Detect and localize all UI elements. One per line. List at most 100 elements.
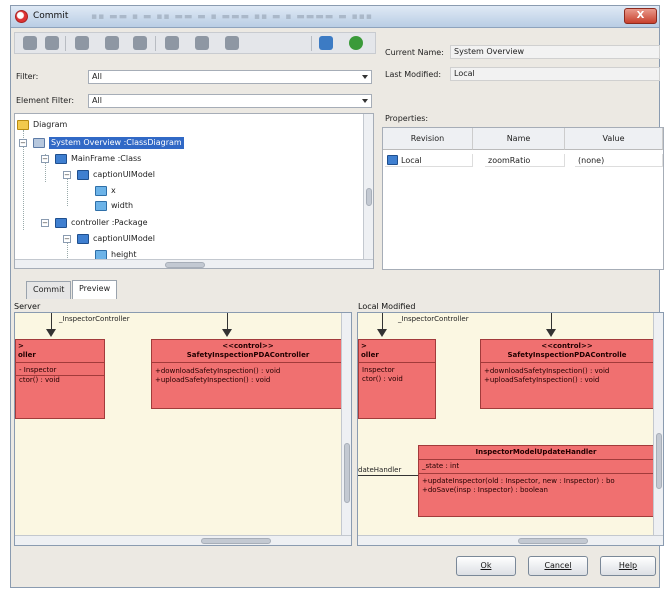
collapse-icon[interactable]: − bbox=[41, 219, 49, 227]
last-modified-value: Local bbox=[454, 69, 475, 78]
local-horizontal-scrollbar[interactable] bbox=[358, 535, 663, 545]
collapse-icon[interactable]: − bbox=[63, 235, 71, 243]
current-name-value: System Overview bbox=[454, 47, 525, 56]
class-icon bbox=[55, 154, 67, 164]
connector-label: dateHandler bbox=[358, 466, 402, 474]
scrollbar-thumb[interactable] bbox=[656, 433, 662, 489]
server-vertical-scrollbar[interactable] bbox=[341, 313, 351, 535]
ok-button-label: Ok bbox=[480, 561, 492, 570]
revert-icon[interactable] bbox=[75, 36, 89, 50]
element-filter-select[interactable]: All bbox=[88, 94, 372, 108]
collapse-icon[interactable]: − bbox=[41, 155, 49, 163]
attribute-icon bbox=[95, 201, 107, 211]
scrollbar-thumb[interactable] bbox=[518, 538, 588, 544]
column-header-value[interactable]: Value bbox=[565, 128, 663, 150]
scrollbar-thumb[interactable] bbox=[165, 262, 205, 268]
cancel-button-label: Cancel bbox=[544, 561, 572, 570]
settings-icon[interactable] bbox=[349, 36, 363, 50]
class-name: SafetyInspectionPDAController bbox=[186, 351, 310, 359]
class-name: SafetyInspectionPDAControlle bbox=[507, 351, 627, 359]
class-name: oller bbox=[18, 351, 36, 359]
collapse-icon[interactable]: − bbox=[63, 171, 71, 179]
scrollbar-thumb[interactable] bbox=[201, 538, 271, 544]
tab-preview[interactable]: Preview bbox=[72, 280, 118, 299]
arrowhead-icon bbox=[222, 329, 232, 337]
tree-item-label: captionUIModel bbox=[93, 234, 155, 243]
server-horizontal-scrollbar[interactable] bbox=[15, 535, 351, 545]
compare-icon[interactable] bbox=[165, 36, 179, 50]
tree-item-label: MainFrame :Class bbox=[71, 154, 142, 163]
properties-label: Properties: bbox=[385, 114, 429, 123]
arrowhead-icon bbox=[377, 329, 387, 337]
class-stereotype: > bbox=[361, 342, 367, 350]
table-row[interactable]: Local bbox=[385, 154, 473, 167]
class-box-safety-inspection-right[interactable]: <<control>> SafetyInspectionPDAControlle… bbox=[480, 339, 654, 409]
current-name-field: System Overview bbox=[450, 45, 660, 59]
class-stereotype: <<control>> bbox=[222, 342, 274, 350]
filter-select-value: All bbox=[92, 72, 102, 81]
class-operation: +uploadSafetyInspection() : void bbox=[484, 376, 600, 384]
refresh-icon[interactable] bbox=[319, 36, 333, 50]
class-icon bbox=[77, 234, 89, 244]
tree-horizontal-scrollbar[interactable] bbox=[15, 259, 373, 268]
class-attribute: - Inspector bbox=[16, 366, 104, 376]
class-stereotype: <<control>> bbox=[541, 342, 593, 350]
history-icon[interactable] bbox=[195, 36, 209, 50]
class-box-inspector-model-update-handler[interactable]: InspectorModelUpdateHandler _state : int… bbox=[418, 445, 654, 517]
filter-label: Filter: bbox=[16, 72, 39, 81]
chevron-down-icon bbox=[362, 99, 368, 103]
tree-item-label: width bbox=[111, 201, 134, 210]
tree-item-label: x bbox=[111, 186, 116, 195]
update-icon[interactable] bbox=[45, 36, 59, 50]
class-box-safety-inspection[interactable]: <<control>> SafetyInspectionPDAControlle… bbox=[151, 339, 345, 409]
attribute-icon bbox=[95, 186, 107, 196]
ok-button[interactable]: Ok bbox=[456, 556, 516, 576]
cell-value[interactable]: (none) bbox=[575, 154, 663, 167]
folder-icon bbox=[17, 120, 29, 130]
class-box-controller-right[interactable]: > oller Inspector ctor() : void bbox=[358, 339, 436, 419]
commit-icon[interactable] bbox=[23, 36, 37, 50]
tab-commit[interactable]: Commit bbox=[26, 281, 72, 299]
tree-vertical-scrollbar[interactable] bbox=[363, 114, 373, 259]
last-modified-field: Local bbox=[450, 67, 660, 81]
class-name: InspectorModelUpdateHandler bbox=[419, 446, 653, 460]
tree-item-label: controller :Package bbox=[71, 218, 148, 227]
local-diagram-pane[interactable]: _InspectorController > oller Inspector c… bbox=[357, 312, 664, 546]
filter-select[interactable]: All bbox=[88, 70, 372, 84]
toolbar-separator bbox=[65, 36, 66, 51]
cell-revision: Local bbox=[401, 156, 422, 165]
class-operation: +downloadSafetyInspection() : void bbox=[484, 367, 610, 375]
scrollbar-thumb[interactable] bbox=[344, 443, 350, 503]
title-bar[interactable]: Commit ▪▪ ▬▬ ▪ ▬ ▪▪ ▬▬ ▬ ▪ ▬▬▬ ▪▪ ▬ ▪ ▬▬… bbox=[11, 6, 659, 28]
connector-label: _InspectorController bbox=[59, 315, 130, 323]
properties-table: Revision Name Value Local zoomRatio (non… bbox=[382, 127, 664, 270]
local-vertical-scrollbar[interactable] bbox=[653, 313, 663, 535]
server-pane-label: Server bbox=[14, 302, 41, 311]
local-modified-pane-label: Local Modified bbox=[358, 302, 416, 311]
diagram-icon bbox=[33, 138, 45, 148]
close-button[interactable]: X bbox=[624, 8, 657, 24]
help-button[interactable]: Help bbox=[600, 556, 656, 576]
arrowhead-icon bbox=[46, 329, 56, 337]
connector-label: _InspectorController bbox=[398, 315, 469, 323]
scrollbar-thumb[interactable] bbox=[366, 188, 372, 206]
package-icon bbox=[55, 218, 67, 228]
column-header-name[interactable]: Name bbox=[473, 128, 565, 150]
help-button-label: Help bbox=[618, 561, 638, 570]
cancel-button[interactable]: Cancel bbox=[528, 556, 588, 576]
class-operation: +doSave(insp : Inspector) : boolean bbox=[422, 486, 548, 494]
class-operation: +updateInspector(old : Inspector, new : … bbox=[422, 477, 615, 485]
lock-icon[interactable] bbox=[105, 36, 119, 50]
local-revision-icon bbox=[387, 155, 398, 165]
chevron-down-icon bbox=[362, 75, 368, 79]
unlock-icon[interactable] bbox=[133, 36, 147, 50]
cell-name[interactable]: zoomRatio bbox=[485, 154, 565, 167]
collapse-icon[interactable]: − bbox=[19, 139, 27, 147]
column-header-revision[interactable]: Revision bbox=[383, 128, 473, 150]
class-box-controller-left[interactable]: > oller - Inspector ctor() : void bbox=[15, 339, 105, 419]
server-diagram-pane[interactable]: _InspectorController > oller - Inspector… bbox=[14, 312, 352, 546]
current-name-label: Current Name: bbox=[385, 48, 444, 57]
model-tree[interactable]: Diagram − System Overview :ClassDiagram … bbox=[14, 113, 374, 269]
element-filter-select-value: All bbox=[92, 96, 102, 105]
branch-icon[interactable] bbox=[225, 36, 239, 50]
